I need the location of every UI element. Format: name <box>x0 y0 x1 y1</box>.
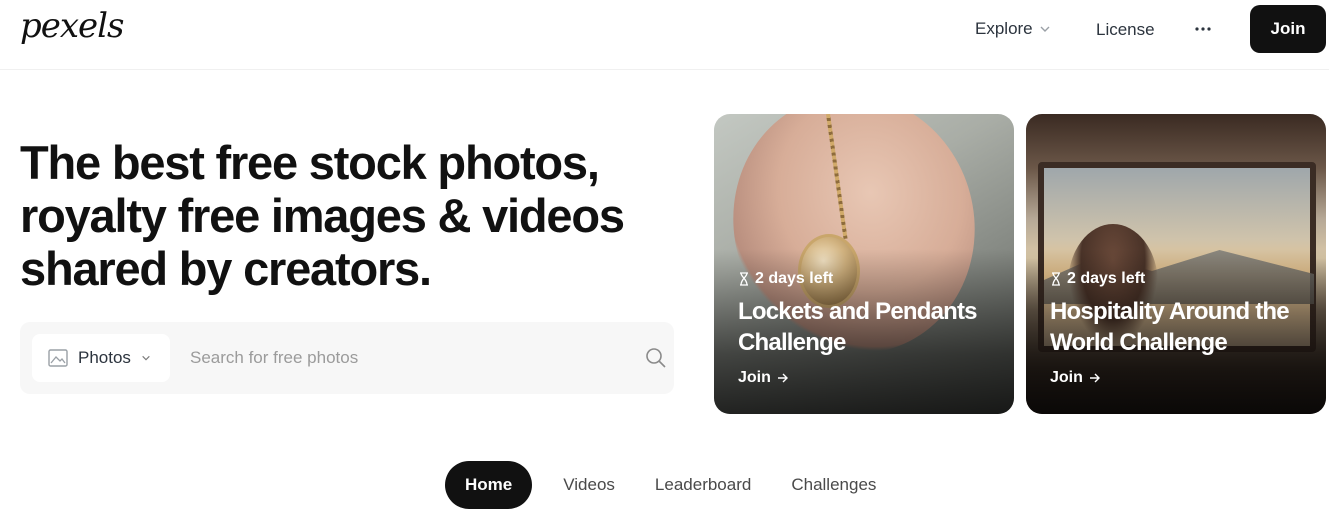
challenge-timer: 2 days left <box>1050 270 1145 288</box>
challenge-time-left: 2 days left <box>1067 270 1146 287</box>
site-header: pexels Explore License Join <box>0 0 1329 70</box>
more-menu-button[interactable] <box>1192 16 1214 42</box>
image-icon <box>48 349 68 367</box>
search-icon[interactable] <box>644 346 668 370</box>
chevron-down-icon <box>142 355 150 361</box>
pexels-logo[interactable]: pexels <box>20 6 125 46</box>
chevron-down-icon <box>1040 26 1050 32</box>
tab-home[interactable]: Home <box>445 461 533 509</box>
challenge-join-link[interactable]: Join <box>1050 369 1101 387</box>
tab-challenges[interactable]: Challenges <box>771 461 896 509</box>
tab-videos[interactable]: Videos <box>543 461 635 509</box>
challenge-title: Hospitality Around the World Challenge <box>1050 298 1290 356</box>
media-type-label: Photos <box>78 348 131 367</box>
main-tabs: Home Videos Leaderboard Challenges <box>445 461 896 509</box>
search-bar: Photos <box>20 322 674 394</box>
hero-title-line3: shared by creators. <box>20 242 432 295</box>
challenge-card-hospitality[interactable]: 2 days left Hospitality Around the World… <box>1026 114 1326 414</box>
hero-title-line2: royalty free images & videos <box>20 189 625 242</box>
challenge-card-lockets[interactable]: 2 days left Lockets and Pendants Challen… <box>714 114 1014 414</box>
more-horizontal-icon <box>1195 27 1211 31</box>
challenge-title: Lockets and Pendants Challenge <box>738 298 978 356</box>
explore-label: Explore <box>975 19 1033 38</box>
media-type-select[interactable]: Photos <box>32 334 170 382</box>
challenge-join-label: Join <box>1050 369 1083 386</box>
hero-title-line1: The best free stock photos, <box>20 136 600 189</box>
search-input[interactable] <box>190 336 610 380</box>
hourglass-icon <box>1052 272 1060 286</box>
arrow-right-icon <box>777 373 788 383</box>
challenge-timer: 2 days left <box>738 270 833 288</box>
challenge-time-left: 2 days left <box>755 270 834 287</box>
tab-leaderboard[interactable]: Leaderboard <box>635 461 771 509</box>
challenge-join-label: Join <box>738 369 771 386</box>
hourglass-icon <box>740 272 748 286</box>
join-button[interactable]: Join <box>1250 5 1326 53</box>
license-link[interactable]: License <box>1096 20 1155 40</box>
explore-menu[interactable]: Explore <box>975 19 1051 39</box>
challenge-join-link[interactable]: Join <box>738 369 789 387</box>
arrow-right-icon <box>1089 373 1100 383</box>
hero-title: The best free stock photos, royalty free… <box>20 136 680 295</box>
